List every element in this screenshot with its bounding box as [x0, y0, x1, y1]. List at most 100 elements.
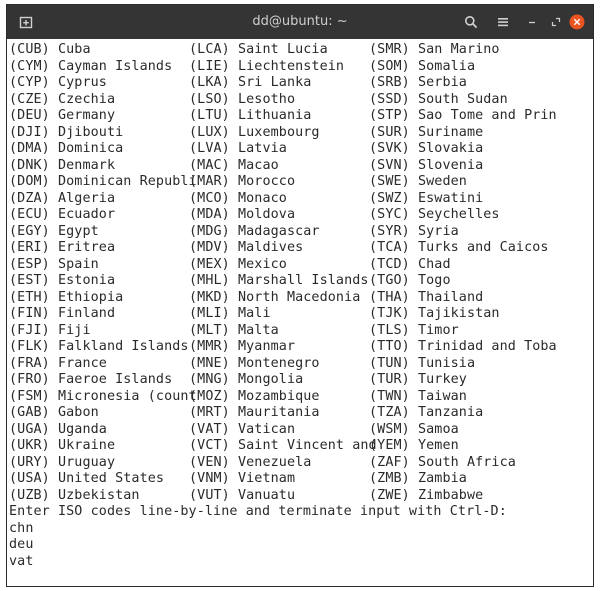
country-entry: (USA) United States	[9, 471, 165, 486]
country-entry: (WSM) Samoa	[369, 421, 459, 437]
hamburger-menu-icon	[498, 18, 508, 27]
country-row: (UGA) Uganda (VAT) Vatican (WSM) Samoa	[9, 422, 507, 439]
new-tab-button[interactable]	[16, 5, 36, 39]
country-row: (FRO) Faeroe Islands (MNG) Mongolia (TUR) …	[9, 372, 507, 389]
country-entry: (CYM) Cayman Islands	[9, 58, 173, 74]
country-entry: (LIE) Liechtenstein	[189, 58, 345, 74]
search-button[interactable]	[461, 5, 481, 39]
country-row: (ERI) Eritrea (MDV) Maldives (TCA) Turks a…	[9, 240, 548, 257]
country-entry: (ESP) Spain	[9, 256, 99, 272]
country-entry: (MNG) Mongolia	[189, 372, 304, 387]
country-row: (ECU) Ecuador (MDA) Moldova (SYC) Seychell…	[9, 207, 507, 224]
search-icon	[465, 16, 478, 29]
country-entry: (MHL) Marshall Islands	[189, 273, 369, 288]
country-entry: (ERI) Eritrea	[9, 240, 116, 255]
country-row: (URY) Uruguay (VEN) Venezuela (ZAF) South …	[9, 455, 516, 472]
menu-button[interactable]	[493, 5, 513, 39]
country-row: (DOM) Dominican Republi (MAR) Morocco (SWE…	[9, 174, 507, 191]
country-row: (EGY) Egypt (MDG) Madagascar (SYR) Syria	[9, 224, 507, 241]
input-prompt: Enter ISO codes line-by-line and termina…	[9, 504, 507, 519]
country-entry: (MDV) Maldives	[189, 240, 304, 255]
country-entry: (ECU) Ecuador	[9, 207, 116, 222]
user-input-line: vat	[9, 553, 34, 569]
country-entry: (DNK) Denmark	[9, 157, 116, 173]
country-entry: (MEX) Mexico	[189, 256, 287, 272]
country-entry: (MOZ) Mozambique	[189, 388, 320, 404]
country-entry: (TUN) Tunisia	[369, 355, 476, 371]
country-entry: (MRT) Mauritania	[189, 405, 320, 420]
country-row: (DJI) Djibouti (LUX) Luxembourg (SUR) Suri…	[9, 125, 507, 142]
country-entry: (MAC) Macao	[189, 157, 279, 173]
country-entry: (TTO) Trinidad and Toba	[369, 339, 557, 354]
country-entry: (VUT) Vanuatu	[189, 487, 296, 503]
country-entry: (SRB) Serbia	[369, 75, 467, 90]
country-entry: (THA) Thailand	[369, 289, 484, 305]
country-row: (DNK) Denmark (MAC) Macao (SVN) Slovenia	[9, 158, 507, 175]
country-entry: (MDG) Madagascar	[189, 223, 320, 239]
terminal-window: dd@ubuntu: ~ (CUB) Cuba (LCA) Saint Luci…	[6, 4, 594, 587]
country-entry: (CYP) Cyprus	[9, 75, 107, 90]
country-row: (CYP) Cyprus (LKA) Sri Lanka (SRB) Serbia	[9, 75, 507, 92]
country-entry: (UKR) Ukraine	[9, 438, 116, 453]
country-entry: (LSO) Lesotho	[189, 91, 296, 107]
country-entry: (SYR) Syria	[369, 223, 459, 239]
country-entry: (FSM) Micronesia (count	[9, 388, 197, 404]
country-entry: (UZB) Uzbekistan	[9, 487, 140, 503]
country-row: (UKR) Ukraine (VCT) Saint Vincent and (YEM…	[9, 438, 507, 455]
title-bar[interactable]: dd@ubuntu: ~	[7, 5, 593, 39]
country-entry: (FIN) Finland	[9, 306, 116, 321]
close-icon	[569, 14, 585, 30]
country-entry: (CZE) Czechia	[9, 91, 116, 107]
country-row: (CYM) Cayman Islands (LIE) Liechtenstein (…	[9, 59, 507, 76]
terminal-lines: (CUB) Cuba (LCA) Saint Lucia (SMR) San Mar…	[9, 42, 557, 570]
country-entry: (MLT) Malta	[189, 322, 279, 338]
country-entry: (DEU) Germany	[9, 108, 116, 123]
country-entry: (SVN) Slovenia	[369, 157, 484, 173]
country-entry: (VAT) Vatican	[189, 421, 296, 437]
country-entry: (MCO) Monaco	[189, 190, 287, 206]
minimize-button[interactable]	[523, 5, 541, 39]
country-entry: (SWZ) Eswatini	[369, 190, 484, 206]
country-entry: (YEM) Yemen	[369, 438, 459, 453]
terminal-output[interactable]: (CUB) Cuba (LCA) Saint Lucia (SMR) San Mar…	[7, 39, 593, 586]
country-entry: (TJK) Tajikistan	[369, 306, 500, 321]
country-entry: (SOM) Somalia	[369, 58, 476, 74]
new-tab-icon	[19, 16, 33, 29]
country-entry: (SWE) Sweden	[369, 174, 467, 189]
country-row: (FLK) Falkland Islands (MMR) Myanmar (TTO)…	[9, 339, 557, 356]
country-entry: (LTU) Lithuania	[189, 108, 312, 123]
country-entry: (MLI) Mali	[189, 306, 271, 321]
country-entry: (TGO) Togo	[369, 273, 451, 288]
country-entry: (VCT) Saint Vincent and	[189, 438, 377, 453]
country-row: (USA) United States (VNM) Vietnam (ZMB) Za…	[9, 471, 507, 488]
country-entry: (STP) Sao Tome and Prin	[369, 108, 557, 123]
country-entry: (ETH) Ethiopia	[9, 289, 124, 305]
country-row: (FJI) Fiji (MLT) Malta (TLS) Timor	[9, 323, 507, 340]
country-entry: (SMR) San Marino	[369, 42, 500, 57]
country-entry: (FRA) France	[9, 355, 107, 371]
country-entry: (LKA) Sri Lanka	[189, 75, 312, 90]
country-row: (CZE) Czechia (LSO) Lesotho (SSD) South Su…	[9, 91, 508, 109]
country-entry: (CUB) Cuba	[9, 42, 91, 57]
country-row: (DZA) Algeria (MCO) Monaco (SWZ) Eswatini	[9, 191, 507, 208]
country-entry: (TWN) Taiwan	[369, 388, 467, 404]
country-entry: (MAR) Morocco	[189, 174, 296, 189]
country-row: (CUB) Cuba (LCA) Saint Lucia (SMR) San Mar…	[9, 42, 507, 59]
country-entry: (DZA) Algeria	[9, 190, 116, 206]
country-entry: (TCD) Chad	[369, 256, 451, 272]
country-entry: (MDA) Moldova	[189, 207, 296, 222]
country-row: (DEU) Germany (LTU) Lithuania (STP) Sao To…	[9, 108, 557, 125]
country-entry: (MNE) Montenegro	[189, 355, 320, 371]
country-row: (FRA) France (MNE) Montenegro (TUN) Tunisi…	[9, 356, 507, 373]
scrollbar[interactable]	[585, 39, 593, 586]
minimize-icon	[529, 21, 535, 24]
user-input-line: chn	[9, 520, 34, 536]
country-entry: (SVK) Slovakia	[369, 141, 484, 156]
country-entry: (TZA) Tanzania	[369, 405, 484, 420]
country-entry: (MMR) Myanmar	[189, 339, 296, 354]
close-button[interactable]	[568, 5, 586, 39]
maximize-button[interactable]	[547, 5, 565, 39]
country-row: (ETH) Ethiopia (MKD) North Macedonia (THA)…	[9, 290, 507, 307]
country-entry: (LVA) Latvia	[189, 141, 287, 156]
country-entry: (TCA) Turks and Caicos	[369, 240, 549, 255]
